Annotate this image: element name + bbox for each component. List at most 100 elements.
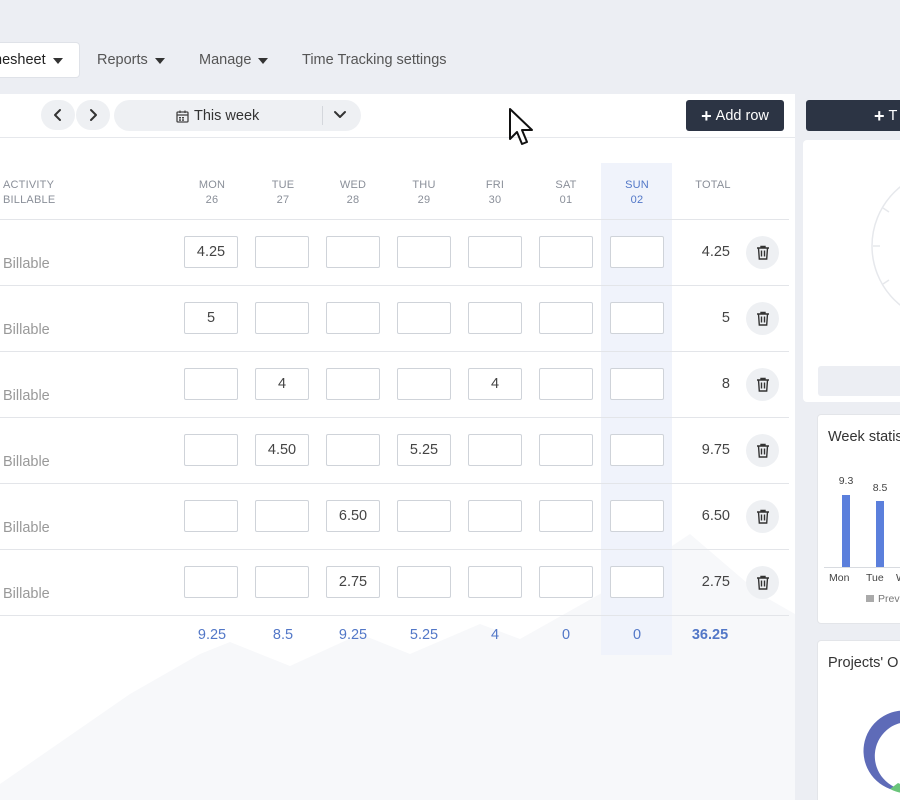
hours-input[interactable] xyxy=(610,434,664,466)
hours-input[interactable] xyxy=(468,302,522,334)
hours-input[interactable]: 4 xyxy=(255,368,309,400)
table-row: Billable 6.50 6.50 xyxy=(0,484,789,550)
bar-label-wed: W xyxy=(896,572,900,584)
hours-input[interactable]: 2.75 xyxy=(326,566,380,598)
nav-tab-reports[interactable]: Reports xyxy=(97,43,165,77)
delete-row-button[interactable] xyxy=(746,302,779,335)
hours-input[interactable] xyxy=(326,368,380,400)
delete-row-button[interactable] xyxy=(746,368,779,401)
timer-start-bar[interactable] xyxy=(818,366,900,396)
hours-input[interactable] xyxy=(468,236,522,268)
hours-input[interactable]: 4 xyxy=(468,368,522,400)
hours-input[interactable] xyxy=(468,566,522,598)
day-total-fri: 4 xyxy=(490,627,500,643)
hours-input[interactable] xyxy=(610,500,664,532)
day-date: 02 xyxy=(630,194,644,206)
row-total: 8 xyxy=(721,376,730,392)
hours-input[interactable] xyxy=(539,368,593,400)
legend-label: Prev xyxy=(878,593,900,605)
hours-input[interactable] xyxy=(326,434,380,466)
next-week-button[interactable] xyxy=(76,100,110,130)
hours-input[interactable] xyxy=(539,566,593,598)
row-billable-label: Billable xyxy=(3,388,50,404)
delete-row-button[interactable] xyxy=(746,566,779,599)
day-total-sat: 0 xyxy=(561,627,571,643)
trash-icon xyxy=(756,443,769,458)
hours-input[interactable]: 5.25 xyxy=(397,434,451,466)
table-row: Billable 4.25 4.25 xyxy=(0,220,789,286)
week-statistics-title: Week statis xyxy=(828,429,900,445)
week-selector[interactable]: This week xyxy=(114,100,361,131)
previous-week-button[interactable] xyxy=(41,100,75,130)
hours-input[interactable] xyxy=(397,566,451,598)
hours-input[interactable] xyxy=(255,236,309,268)
row-billable-label: Billable xyxy=(3,256,50,272)
caret-down-icon xyxy=(154,58,165,64)
table-row: Billable 4 4 8 xyxy=(0,352,789,418)
hours-input[interactable] xyxy=(468,434,522,466)
grand-total: 36.25 xyxy=(691,627,729,643)
hours-input[interactable] xyxy=(610,302,664,334)
nav-tab-reports-label: Reports xyxy=(97,52,148,68)
hours-input[interactable] xyxy=(539,434,593,466)
add-row-button[interactable]: + Add row xyxy=(686,100,784,131)
hours-input[interactable] xyxy=(539,302,593,334)
hours-input[interactable] xyxy=(255,500,309,532)
trash-icon xyxy=(756,575,769,590)
projects-overview-card: Projects' O xyxy=(817,640,900,800)
day-name: THU xyxy=(412,179,436,191)
hours-input[interactable]: 5 xyxy=(184,302,238,334)
hours-input[interactable]: 4.25 xyxy=(184,236,238,268)
day-name: SUN xyxy=(625,179,649,191)
delete-row-button[interactable] xyxy=(746,500,779,533)
hours-input[interactable] xyxy=(184,566,238,598)
day-date: 26 xyxy=(205,194,219,206)
day-total-wed: 9.25 xyxy=(338,627,368,643)
hours-input[interactable] xyxy=(468,500,522,532)
sidebar-action-button[interactable]: + T xyxy=(806,100,900,131)
hours-input[interactable] xyxy=(397,500,451,532)
nav-tab-time-tracking-settings[interactable]: Time Tracking settings xyxy=(302,43,447,77)
hours-input[interactable]: 6.50 xyxy=(326,500,380,532)
day-name: FRI xyxy=(485,179,505,191)
hours-input[interactable] xyxy=(610,236,664,268)
hours-input[interactable] xyxy=(610,368,664,400)
trash-icon xyxy=(756,509,769,524)
chevron-left-icon xyxy=(54,109,61,121)
day-total-sun: 0 xyxy=(632,627,642,643)
row-total: 5 xyxy=(721,310,730,326)
day-header-wed: WED 28 xyxy=(323,178,383,208)
hours-input[interactable] xyxy=(397,368,451,400)
hours-input[interactable] xyxy=(255,302,309,334)
hours-input[interactable] xyxy=(184,368,238,400)
hours-input[interactable] xyxy=(255,566,309,598)
day-total-thu: 5.25 xyxy=(409,627,439,643)
hours-input[interactable] xyxy=(326,236,380,268)
hours-input[interactable] xyxy=(184,434,238,466)
total-column-header: TOTAL xyxy=(683,178,743,193)
row-billable-label: Billable xyxy=(3,454,50,470)
hours-input[interactable] xyxy=(610,566,664,598)
calendar-icon xyxy=(176,110,189,123)
hours-input[interactable] xyxy=(539,500,593,532)
nav-tab-manage[interactable]: Manage xyxy=(199,43,269,77)
bar-label-mon: Mon xyxy=(829,572,850,584)
hours-input[interactable] xyxy=(397,302,451,334)
delete-row-button[interactable] xyxy=(746,236,779,269)
hours-input[interactable] xyxy=(326,302,380,334)
table-row: Billable 2.75 2.75 xyxy=(0,550,789,616)
chevron-down-icon[interactable] xyxy=(333,109,347,121)
nav-tab-timesheet-label: nesheet xyxy=(0,52,46,68)
nav-tab-timesheet[interactable]: nesheet xyxy=(0,43,79,77)
day-name: WED xyxy=(339,179,367,191)
clock-dial-icon xyxy=(871,186,900,306)
hours-input[interactable] xyxy=(397,236,451,268)
row-billable-label: Billable xyxy=(3,586,50,602)
hours-input[interactable] xyxy=(184,500,238,532)
hours-input[interactable] xyxy=(539,236,593,268)
row-total: 2.75 xyxy=(701,574,730,590)
day-total-tue: 8.5 xyxy=(272,627,294,643)
delete-row-button[interactable] xyxy=(746,434,779,467)
hours-input[interactable]: 4.50 xyxy=(255,434,309,466)
caret-down-icon xyxy=(52,58,63,64)
